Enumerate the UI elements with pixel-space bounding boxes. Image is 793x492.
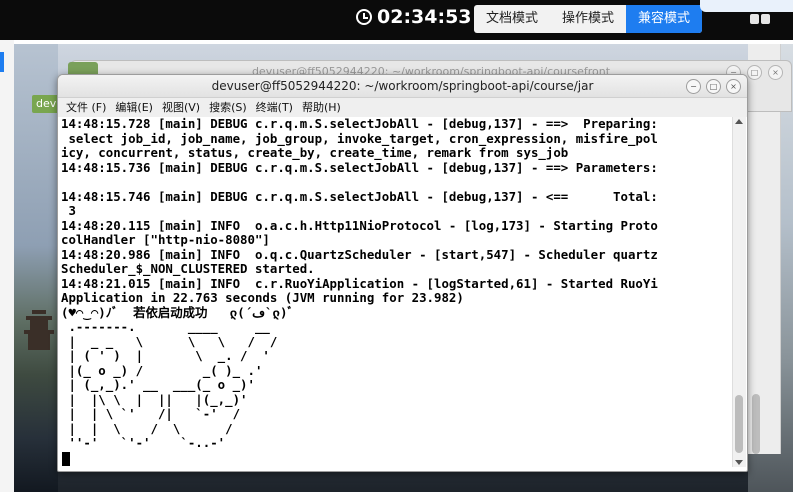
console-line: 14:48:21.015 [main] INFO c.r.RuoYiApplic…	[61, 275, 658, 291]
background-scrollbar[interactable]	[752, 394, 760, 454]
terminal-title: devuser@ff5052944220: ~/workroom/springb…	[211, 79, 594, 93]
menu-edit[interactable]: 编辑(E)	[115, 98, 153, 117]
console-line: select job_id, job_name, job_group, invo…	[61, 130, 658, 146]
console-line: 3	[61, 203, 76, 218]
console-text: 14:48:15.728 [main] DEBUG c.r.q.m.S.sele…	[61, 117, 731, 451]
console-line: icy, concurrent, status, create_by, crea…	[61, 145, 569, 160]
console-line: Scheduler_$_NON_CLUSTERED started.	[61, 261, 315, 276]
mode-switcher: 文档模式 操作模式 兼容模式	[474, 5, 703, 33]
menu-file[interactable]: 文件 (F)	[66, 98, 106, 117]
terminal-scrollbar[interactable]	[732, 117, 746, 467]
maximize-icon[interactable]: □	[747, 65, 762, 80]
console-line: 14:48:20.986 [main] INFO o.q.c.QuartzSch…	[61, 246, 658, 262]
console-line: | _ _ \ \ \ / /	[61, 333, 278, 349]
terminal-output[interactable]: 14:48:15.728 [main] DEBUG c.r.q.m.S.sele…	[61, 117, 731, 467]
menu-search[interactable]: 搜索(S)	[209, 98, 247, 117]
menu-help[interactable]: 帮助(H)	[302, 98, 341, 117]
console-line: (♥◠‿◠)ﾉﾞ 若依启动成功 ლ(´ڡ`ლ)ﾞ	[61, 304, 294, 320]
terminal-window[interactable]: devuser@ff5052944220: ~/workroom/springb…	[57, 74, 748, 472]
text-cursor	[62, 452, 70, 466]
timer-text: 02:34:53	[377, 6, 472, 28]
close-icon[interactable]: ×	[768, 65, 783, 80]
console-line: colHandler ["http-nio-8080"]	[61, 232, 270, 247]
maximize-icon[interactable]: □	[706, 79, 721, 94]
left-edge-strip	[0, 40, 14, 492]
mode-document[interactable]: 文档模式	[474, 5, 550, 33]
console-line: 14:48:15.746 [main] DEBUG c.r.q.m.S.sele…	[61, 188, 658, 204]
clock-icon	[356, 9, 372, 25]
console-line: 14:48:15.736 [main] DEBUG c.r.q.m.S.sele…	[61, 159, 658, 175]
console-line: 14:48:20.115 [main] INFO o.a.c.h.Http11N…	[61, 217, 658, 233]
session-timer: 02:34:53	[356, 6, 472, 28]
top-toolbar: 02:34:53 文档模式 操作模式 兼容模式	[0, 0, 793, 40]
pagoda-image	[22, 310, 56, 350]
console-line: | | \ `' /| `-' /	[61, 406, 241, 421]
console-line: ''-' `'-' `-..-'	[61, 435, 226, 450]
window-controls: − □ ×	[686, 79, 741, 94]
console-line: .-------. ____ __	[61, 319, 270, 334]
terminal-titlebar[interactable]: devuser@ff5052944220: ~/workroom/springb…	[58, 75, 747, 98]
menu-terminal[interactable]: 终端(T)	[256, 98, 293, 117]
mode-operation[interactable]: 操作模式	[550, 5, 626, 33]
console-line: 14:48:15.728 [main] DEBUG c.r.q.m.S.sele…	[61, 117, 658, 131]
console-line: | | \ / \ /	[61, 420, 233, 436]
corner-badge	[700, 0, 793, 12]
console-line: | |\ \ | || |(_,_)'	[61, 391, 248, 407]
console-line: |(_ o _) / _( )_ .'	[61, 362, 263, 378]
console-line: | ( ' ) | \ _. / '	[61, 348, 270, 363]
console-line: Application in 22.763 seconds (JVM runni…	[61, 290, 464, 305]
mode-compatible[interactable]: 兼容模式	[626, 5, 703, 33]
console-line: | (_,_).' __ ___(_ o _)'	[61, 377, 255, 392]
layout-icon[interactable]	[750, 12, 772, 26]
close-icon[interactable]: ×	[726, 79, 741, 94]
terminal-menubar: 文件 (F) 编辑(E) 视图(V) 搜索(S) 终端(T) 帮助(H)	[58, 98, 747, 117]
minimize-icon[interactable]: −	[686, 79, 701, 94]
left-accent	[0, 52, 4, 72]
scrollbar-thumb[interactable]	[735, 395, 743, 453]
scroll-down-icon[interactable]	[735, 460, 743, 465]
scroll-up-icon[interactable]	[735, 119, 743, 124]
menu-view[interactable]: 视图(V)	[162, 98, 200, 117]
